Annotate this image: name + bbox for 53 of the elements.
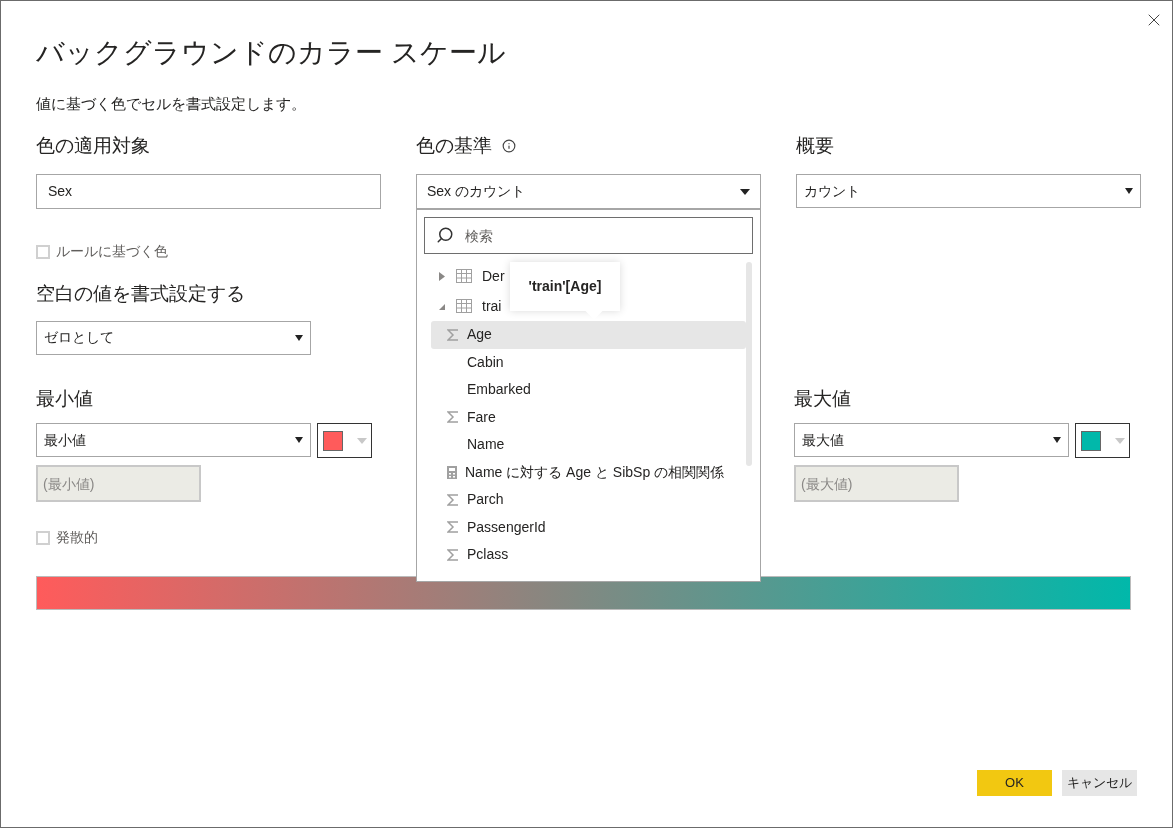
field-item[interactable]: Name bbox=[431, 431, 746, 459]
field-item[interactable]: Name に対する Age と SibSp の相関関係 bbox=[431, 458, 746, 486]
caret-icon bbox=[295, 437, 303, 443]
dialog-description: 値に基づく色でセルを書式設定します。 bbox=[36, 94, 307, 114]
caret-icon bbox=[1053, 437, 1061, 443]
section-label: 色の適用対象 bbox=[36, 133, 151, 158]
field-item[interactable]: Embarked bbox=[431, 376, 746, 404]
cancel-button[interactable]: キャンセル bbox=[1062, 770, 1137, 796]
input-field[interactable]: Sex bbox=[36, 174, 381, 209]
checkbox[interactable] bbox=[36, 244, 50, 259]
checkbox[interactable] bbox=[36, 530, 50, 545]
dropdown[interactable]: Sex のカウント bbox=[416, 174, 761, 209]
table-icon bbox=[456, 299, 472, 313]
color-picker[interactable] bbox=[1075, 423, 1130, 458]
scrollbar[interactable] bbox=[746, 262, 752, 466]
sigma-icon bbox=[447, 493, 459, 506]
field-item[interactable]: Parch bbox=[431, 486, 746, 514]
checkbox-label: ルールに基づく色 bbox=[56, 242, 168, 261]
checkbox-label: 発散的 bbox=[56, 528, 98, 547]
sigma-icon bbox=[447, 328, 459, 341]
dropdown[interactable]: カウント bbox=[796, 174, 1141, 208]
dropdown[interactable]: 最大値 bbox=[794, 423, 1069, 457]
section-label: 色の基準 bbox=[416, 133, 492, 158]
caret-icon bbox=[357, 437, 367, 444]
caret-icon bbox=[1115, 437, 1125, 444]
expand-icon[interactable] bbox=[439, 271, 446, 281]
dialog-title: バックグラウンドのカラー スケール bbox=[36, 36, 507, 70]
sigma-icon bbox=[447, 521, 459, 534]
search-icon bbox=[436, 226, 454, 244]
section-label: 最小値 bbox=[36, 386, 94, 411]
tree-item[interactable]: trai bbox=[431, 291, 502, 321]
field-item[interactable]: Cabin bbox=[431, 348, 746, 376]
caret-icon bbox=[1125, 188, 1133, 194]
info-icon[interactable] bbox=[502, 138, 516, 153]
caret-icon bbox=[740, 188, 750, 195]
dropdown[interactable]: ゼロとして bbox=[36, 320, 311, 355]
color-picker[interactable] bbox=[317, 423, 372, 458]
calculator-icon bbox=[447, 465, 457, 479]
ok-button[interactable]: OK bbox=[977, 770, 1052, 796]
tree-item[interactable]: Der bbox=[431, 261, 505, 291]
caret-icon bbox=[295, 334, 303, 341]
field-item[interactable]: PassengerId bbox=[431, 513, 746, 541]
sigma-icon bbox=[447, 411, 459, 424]
section-label: 最大値 bbox=[794, 386, 852, 411]
table-icon bbox=[456, 269, 472, 283]
field-item[interactable]: Pclass bbox=[431, 541, 746, 569]
section-label: 概要 bbox=[796, 133, 835, 158]
section-label: 空白の値を書式設定する bbox=[36, 283, 245, 304]
dropdown[interactable]: 最小値 bbox=[36, 423, 311, 457]
field-item[interactable]: Age bbox=[431, 321, 746, 349]
field-item[interactable]: Fare bbox=[431, 403, 746, 431]
sigma-icon bbox=[447, 548, 459, 561]
search-field[interactable]: 検索 bbox=[424, 217, 753, 254]
